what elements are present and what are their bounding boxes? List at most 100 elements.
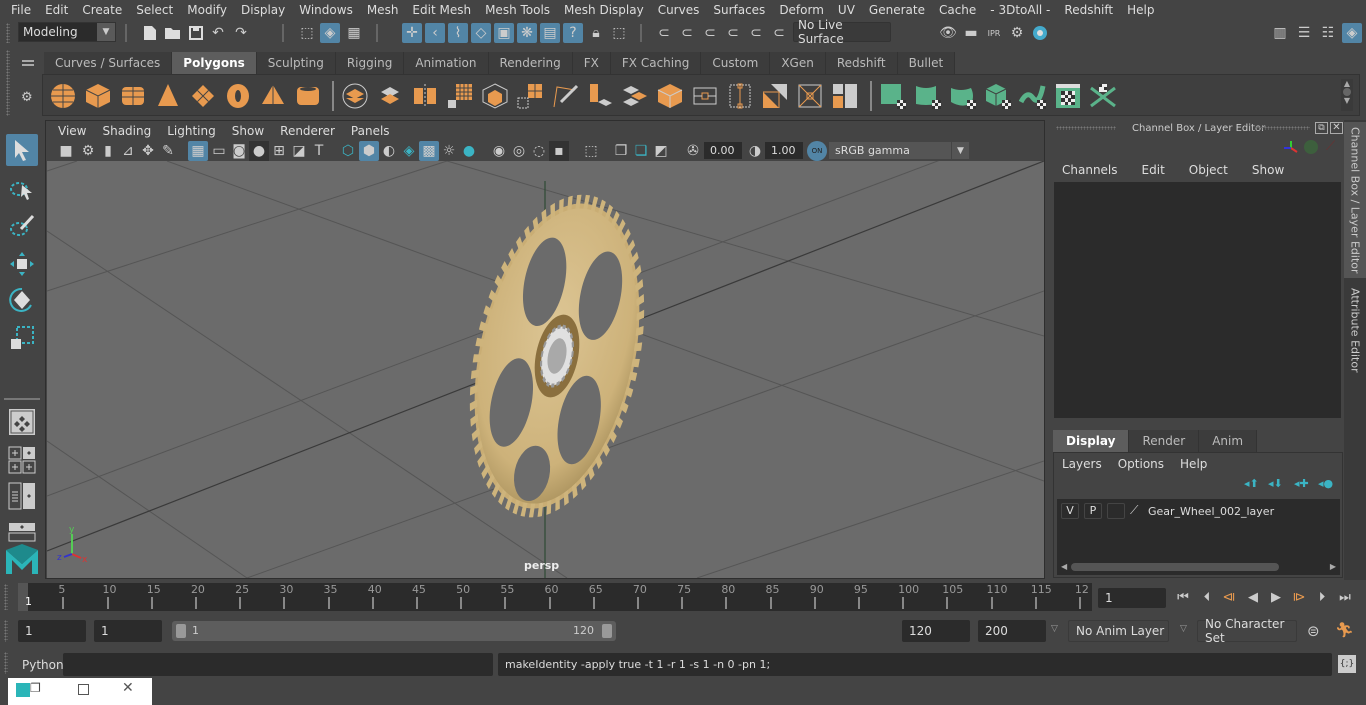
save-scene-icon[interactable] bbox=[186, 23, 206, 43]
drag-handle[interactable] bbox=[1056, 126, 1116, 130]
render-view-icon[interactable]: 👁︎ bbox=[938, 23, 958, 43]
shelf-tab-fx[interactable]: FX bbox=[572, 52, 611, 74]
automatic-uv-icon[interactable] bbox=[984, 82, 1012, 110]
xray-active-icon[interactable]: ❏ bbox=[631, 141, 651, 161]
ipr-render-icon[interactable]: IPR bbox=[984, 23, 1004, 43]
snap-point-icon[interactable]: ⌇ bbox=[448, 23, 468, 43]
poly-cube-icon[interactable] bbox=[84, 82, 112, 110]
shelf-tab-rigging[interactable]: Rigging bbox=[335, 52, 405, 74]
exposure-field[interactable]: 0.00 bbox=[704, 142, 742, 159]
step-back-frame-button[interactable]: ⏴︎ bbox=[1198, 588, 1216, 606]
poly-pyramid-icon[interactable] bbox=[259, 82, 287, 110]
film-gate-icon[interactable]: ▭ bbox=[209, 141, 229, 161]
snap-curve-icon[interactable]: ‹ bbox=[425, 23, 445, 43]
viewport-menu-panels[interactable]: Panels bbox=[343, 124, 398, 138]
shelf-tab-sculpting[interactable]: Sculpting bbox=[256, 52, 336, 74]
step-forward-key-button[interactable]: ⧐ bbox=[1290, 588, 1308, 606]
shelf-tab-animation[interactable]: Animation bbox=[404, 52, 489, 74]
target-weld-icon[interactable] bbox=[761, 82, 789, 110]
go-to-end-button[interactable]: ⏭ bbox=[1336, 588, 1354, 606]
viewport-menu-view[interactable]: View bbox=[50, 124, 94, 138]
magnet-point-icon[interactable]: ⊂ bbox=[700, 23, 720, 43]
lock-icon[interactable]: 🔒︎ bbox=[586, 23, 606, 43]
layer-color-swatch[interactable]: ⟋ bbox=[1130, 503, 1146, 519]
layer-tab-render[interactable]: Render bbox=[1129, 430, 1200, 452]
move-layer-down-icon[interactable]: ◂⬇ bbox=[1268, 477, 1283, 490]
poly-sphere-icon[interactable] bbox=[49, 82, 77, 110]
playback-start-field[interactable]: 1 bbox=[94, 620, 162, 642]
anim-layer-dropdown[interactable]: No Anim Layer bbox=[1068, 620, 1169, 642]
paint-select-tool[interactable] bbox=[6, 210, 38, 242]
rotate-tool[interactable] bbox=[6, 284, 38, 316]
shelf-tab-curves-surfaces[interactable]: Curves / Surfaces bbox=[44, 52, 173, 74]
magnet-grid-icon[interactable]: ⊂ bbox=[654, 23, 674, 43]
safe-action-icon[interactable]: ◪ bbox=[289, 141, 309, 161]
layer-menu-options[interactable]: Options bbox=[1110, 457, 1172, 471]
smooth-icon[interactable] bbox=[446, 82, 474, 110]
gamma-field[interactable]: 1.00 bbox=[765, 142, 803, 159]
anim-layer-chevron-icon[interactable]: ▽ bbox=[1051, 624, 1058, 634]
magnet-view-icon[interactable]: ⊂ bbox=[746, 23, 766, 43]
command-language-label[interactable]: Python bbox=[22, 658, 64, 672]
open-scene-icon[interactable] bbox=[163, 23, 183, 43]
select-tool[interactable] bbox=[6, 134, 38, 166]
menu-mesh-tools[interactable]: Mesh Tools bbox=[478, 3, 557, 17]
graph-icon[interactable]: ⟋ bbox=[1326, 139, 1335, 154]
menu-mesh[interactable]: Mesh bbox=[360, 3, 406, 17]
auto-key-icon[interactable]: ⊜ bbox=[1307, 622, 1320, 640]
range-start-handle[interactable] bbox=[176, 624, 186, 638]
circularize-icon[interactable] bbox=[831, 82, 859, 110]
move-layer-up-icon[interactable]: ◂⬆ bbox=[1244, 477, 1259, 490]
scale-tool[interactable] bbox=[6, 322, 38, 354]
viewport-menu-show[interactable]: Show bbox=[224, 124, 272, 138]
append-polygon-icon[interactable] bbox=[621, 82, 649, 110]
playback-end-field[interactable]: 120 bbox=[902, 620, 970, 642]
menu-windows[interactable]: Windows bbox=[292, 3, 360, 17]
layer-playback-toggle[interactable]: P bbox=[1084, 503, 1102, 519]
insert-edge-loop-icon[interactable] bbox=[691, 82, 719, 110]
modeling-toolkit-icon[interactable]: ▥ bbox=[1270, 23, 1290, 43]
scroll-up-icon[interactable]: ▲ bbox=[1341, 79, 1353, 88]
range-slider[interactable]: 1 120 bbox=[172, 621, 616, 641]
menu-edit[interactable]: Edit bbox=[38, 3, 75, 17]
character-set-dropdown[interactable]: No Character Set bbox=[1197, 617, 1297, 645]
extrude-icon[interactable] bbox=[586, 82, 614, 110]
animation-preferences-icon[interactable]: 🏃︎ bbox=[1335, 621, 1354, 639]
menu-redshift[interactable]: Redshift bbox=[1057, 3, 1120, 17]
new-layer-selected-icon[interactable]: ◂● bbox=[1318, 477, 1333, 490]
shelf-scroll[interactable]: ▲ ▼ bbox=[1341, 79, 1353, 111]
menu-modify[interactable]: Modify bbox=[180, 3, 234, 17]
viewport-canvas[interactable]: y x z persp bbox=[47, 161, 1044, 578]
menu-generate[interactable]: Generate bbox=[862, 3, 932, 17]
scroll-right-icon[interactable]: ▶ bbox=[1330, 562, 1336, 571]
combine-icon[interactable] bbox=[341, 82, 369, 110]
menu-file[interactable]: File bbox=[4, 3, 38, 17]
character-set-chevron-icon[interactable]: ▽ bbox=[1180, 624, 1187, 634]
shelf-settings-gear-icon[interactable]: ⚙ bbox=[21, 90, 33, 105]
layer-row[interactable]: V P ⟋ Gear_Wheel_002_layer bbox=[1061, 503, 1274, 519]
make-live-icon[interactable]: ❋ bbox=[517, 23, 537, 43]
scroll-down-icon[interactable]: ▼ bbox=[1341, 96, 1353, 105]
scroll-left-icon[interactable]: ◀ bbox=[1061, 562, 1067, 571]
separate-icon[interactable] bbox=[376, 82, 404, 110]
channel-menu-show[interactable]: Show bbox=[1240, 163, 1296, 177]
drag-handle[interactable] bbox=[4, 584, 8, 610]
scroll-thumb[interactable] bbox=[1343, 88, 1351, 96]
go-to-start-button[interactable]: ⏮ bbox=[1174, 588, 1192, 606]
range-end-handle[interactable] bbox=[602, 624, 612, 638]
shelf-tab-xgen[interactable]: XGen bbox=[770, 52, 826, 74]
mirror-icon[interactable] bbox=[411, 82, 439, 110]
cylindrical-uv-icon[interactable] bbox=[914, 82, 942, 110]
step-forward-frame-button[interactable]: ⏵︎ bbox=[1313, 588, 1331, 606]
spherical-uv-icon[interactable] bbox=[949, 82, 977, 110]
select-by-object-icon[interactable]: ◈ bbox=[320, 23, 340, 43]
shadows-icon[interactable]: ● bbox=[459, 141, 479, 161]
animation-end-field[interactable]: 200 bbox=[978, 620, 1046, 642]
script-editor-icon[interactable]: {;} bbox=[1338, 655, 1356, 673]
gate-mask-icon[interactable]: ● bbox=[249, 141, 269, 161]
wireframe-icon[interactable]: ⬡ bbox=[338, 141, 358, 161]
layer-name[interactable]: Gear_Wheel_002_layer bbox=[1148, 505, 1274, 518]
shelf-menu-icon[interactable] bbox=[22, 60, 34, 66]
magnet-curve-icon[interactable]: ⊂ bbox=[677, 23, 697, 43]
redo-icon[interactable]: ↷ bbox=[231, 23, 251, 43]
